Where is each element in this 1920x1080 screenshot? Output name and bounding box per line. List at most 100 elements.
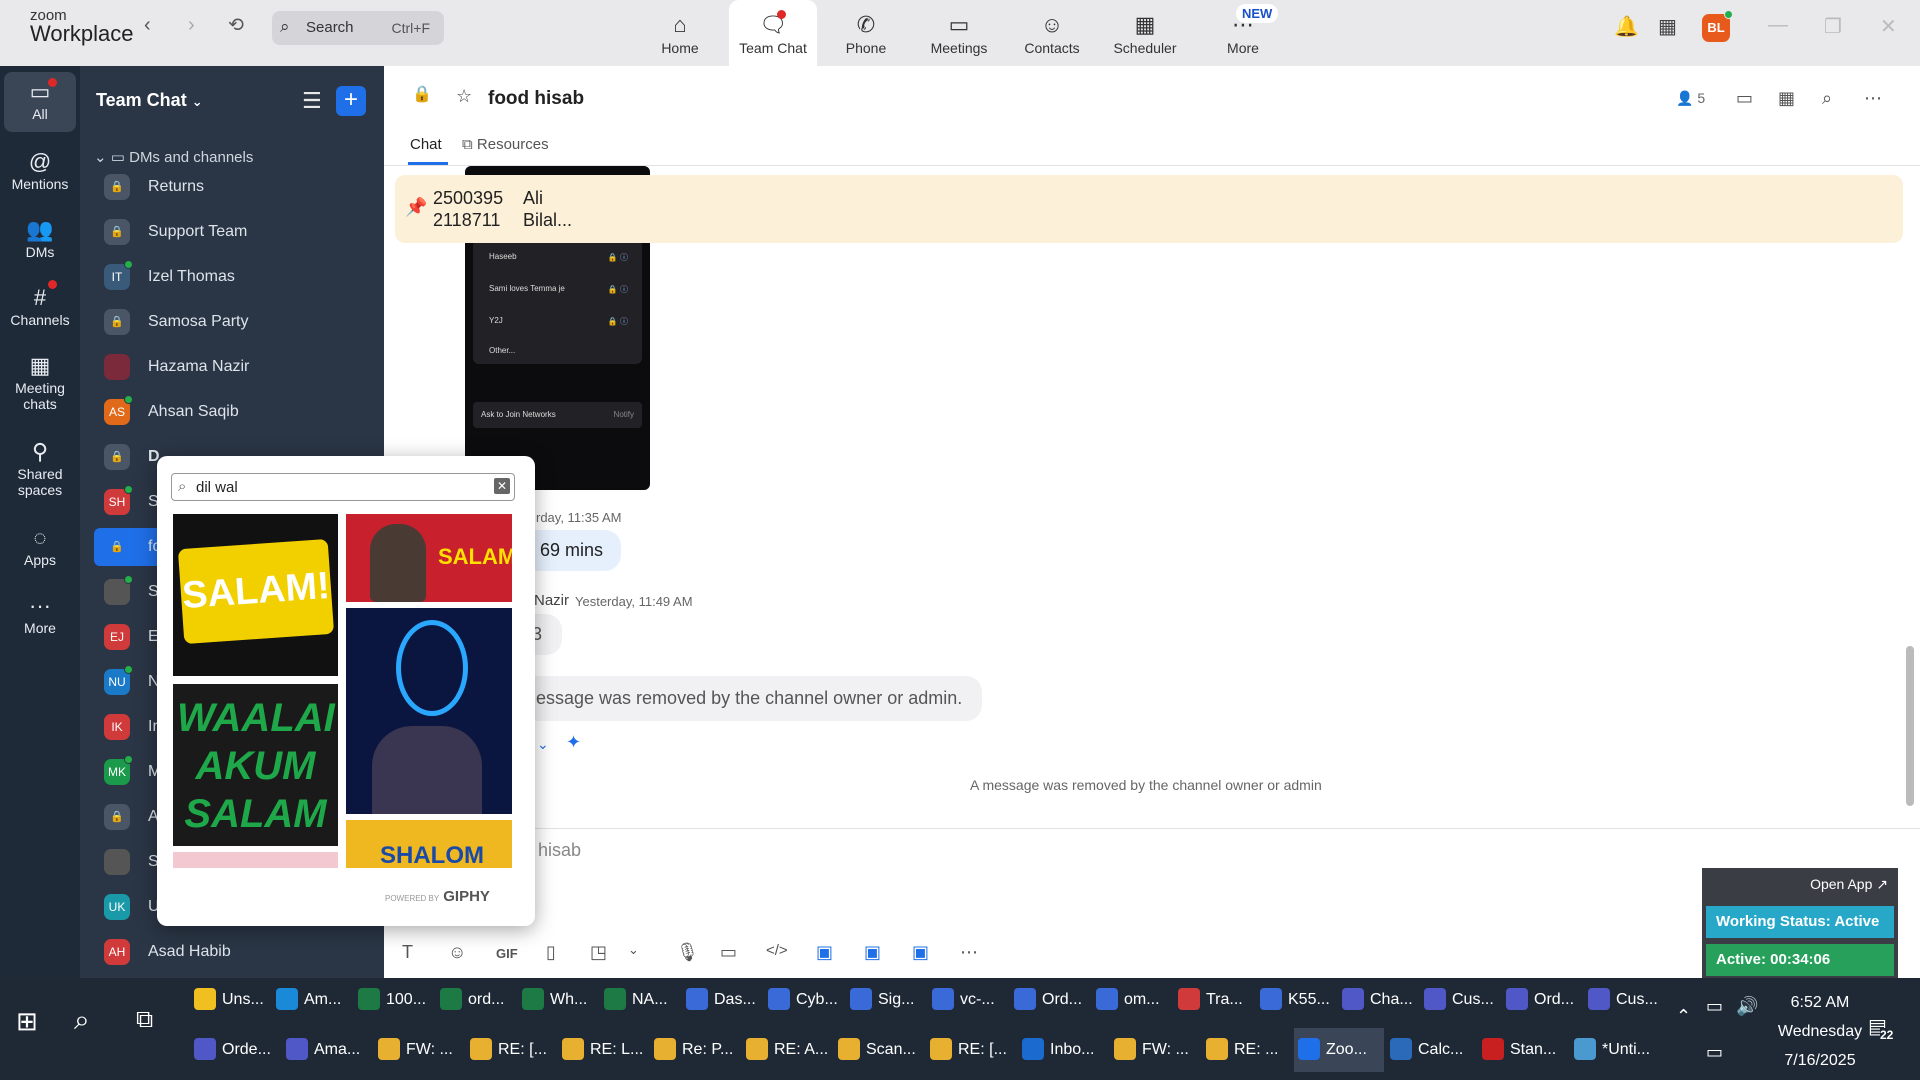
screenshot-icon[interactable]: ◳ — [590, 942, 607, 963]
tab-resources[interactable]: ⧉ Resources — [462, 136, 549, 153]
taskbar-app[interactable]: Am... — [272, 978, 352, 1022]
members-count[interactable]: 👤 5 — [1676, 90, 1705, 107]
taskbar-app[interactable]: Cyb... — [764, 978, 844, 1022]
more-options-icon[interactable]: ⋯ — [1864, 88, 1882, 109]
sparkle-icon[interactable]: ✦ — [566, 732, 581, 753]
sidebar-item[interactable]: IT Izel Thomas — [94, 258, 384, 296]
taskbar-app[interactable]: NA... — [600, 978, 680, 1022]
taskbar-app[interactable]: Tra... — [1174, 978, 1254, 1022]
filter-icon[interactable]: ☰ — [302, 88, 322, 114]
pinned-message[interactable]: 📌 2500395 2118711 Ali Bilal... — [395, 175, 1903, 243]
sidebar-item[interactable]: 🔒 Samosa Party — [94, 303, 384, 341]
taskbar-app[interactable]: Zoo... — [1294, 1028, 1384, 1072]
chevron-up-icon[interactable]: ⌃ — [1676, 1006, 1691, 1027]
sidebar-item[interactable]: Hazama Nazir — [94, 348, 384, 386]
taskbar-app[interactable]: 100... — [354, 978, 434, 1022]
taskbar-app[interactable]: vc-... — [928, 978, 1008, 1022]
taskbar-app[interactable]: Stan... — [1478, 1028, 1568, 1072]
taskbar-app[interactable]: Ord... — [1010, 978, 1090, 1022]
sidebar-item[interactable]: 🔒 Support Team — [94, 213, 384, 251]
taskbar-app[interactable]: FW: ... — [1110, 1028, 1200, 1072]
forward-arrow-icon[interactable]: › — [188, 14, 195, 37]
gif-search-input[interactable] — [196, 477, 476, 497]
open-app-button[interactable]: Open App ↗ — [1810, 876, 1888, 893]
tab-phone[interactable]: ✆ Phone — [822, 0, 910, 66]
taskbar-app[interactable]: RE: A... — [742, 1028, 832, 1072]
clear-icon[interactable]: ✕ — [494, 478, 510, 494]
rail-item-all[interactable]: ▭ All — [4, 72, 76, 132]
chevron-down-icon[interactable]: ⌄ — [537, 736, 549, 753]
taskbar-app[interactable]: ord... — [436, 978, 516, 1022]
taskbar-app[interactable]: Calc... — [1386, 1028, 1476, 1072]
rail-item-shared-spaces[interactable]: ⚲ Shared spaces — [4, 438, 76, 498]
taskbar-app[interactable]: Cus... — [1584, 978, 1664, 1022]
app-1-icon[interactable]: ▣ — [816, 942, 833, 963]
gif-result[interactable]: SALAM — [346, 514, 512, 602]
taskbar-app[interactable]: om... — [1092, 978, 1172, 1022]
sidebar-item[interactable]: AS Ahsan Saqib — [94, 393, 384, 431]
taskbar-app[interactable]: FW: ... — [374, 1028, 464, 1072]
taskbar-app[interactable]: *Unti... — [1570, 1028, 1660, 1072]
rail-item-dms[interactable]: 👥 DMs — [4, 216, 76, 260]
rail-item-channels[interactable]: # Channels — [4, 284, 76, 328]
taskbar-app[interactable]: Ama... — [282, 1028, 372, 1072]
tab-chat[interactable]: Chat — [410, 136, 442, 153]
task-view-icon[interactable]: ⧉ — [136, 1006, 153, 1034]
gif-icon[interactable]: GIF — [496, 946, 518, 961]
working-status-button[interactable]: Working Status: Active — [1706, 906, 1894, 938]
section-dms-and-channels[interactable]: ⌄ ▭ DMs and channels — [94, 148, 253, 166]
add-button[interactable]: + — [336, 86, 366, 116]
tab-meetings[interactable]: ▭ Meetings — [915, 0, 1003, 66]
volume-icon[interactable]: 🔊 — [1736, 996, 1758, 1017]
sidebar-title[interactable]: Team Chat ⌄ — [96, 90, 203, 111]
gif-result[interactable]: SALAM! — [173, 514, 338, 676]
bell-icon[interactable]: 🔔 — [1614, 14, 1639, 39]
rail-item-meeting-chats[interactable]: ▦ Meeting chats — [4, 352, 76, 412]
close-icon[interactable]: ✕ — [1880, 14, 1897, 39]
taskbar-app[interactable]: Sig... — [846, 978, 926, 1022]
message-input[interactable]: hisab — [538, 840, 581, 861]
taskbar-app[interactable]: RE: ... — [1202, 1028, 1292, 1072]
gif-search-box[interactable]: ⌕ ✕ — [171, 473, 515, 501]
history-icon[interactable]: ⟲ — [228, 14, 244, 37]
star-icon[interactable]: ☆ — [456, 86, 472, 107]
system-clock[interactable]: 6:52 AM Wednesday 7/16/2025 — [1760, 988, 1880, 1075]
gif-result[interactable]: SHALOM — [346, 820, 512, 868]
minimize-icon[interactable]: — — [1768, 14, 1788, 37]
message-bubble[interactable]: 69 mins — [522, 530, 622, 571]
gif-result[interactable]: WAALAI AKUM SALAM — [173, 684, 338, 846]
calendar-quick-icon[interactable]: ▦ — [1658, 14, 1677, 39]
taskbar-app[interactable]: K55... — [1256, 978, 1336, 1022]
app-3-icon[interactable]: ▣ — [912, 942, 929, 963]
rail-item-apps[interactable]: ◌ Apps — [4, 524, 76, 568]
taskbar-app[interactable]: Scan... — [834, 1028, 924, 1072]
code-icon[interactable]: </> — [766, 942, 788, 959]
sidebar-item[interactable]: AH Asad Habib — [94, 933, 384, 971]
rail-item-more[interactable]: ··· More — [4, 592, 76, 636]
sender-name[interactable]: Nazir — [534, 592, 569, 609]
taskbar-app[interactable]: RE: [... — [466, 1028, 556, 1072]
taskbar-app[interactable]: Das... — [682, 978, 762, 1022]
back-arrow-icon[interactable]: ‹ — [144, 14, 151, 37]
taskbar-app[interactable]: Wh... — [518, 978, 598, 1022]
taskbar-app[interactable]: RE: L... — [558, 1028, 648, 1072]
display-icon[interactable]: ▭ — [1706, 1042, 1723, 1063]
rail-item-mentions[interactable]: @ Mentions — [4, 148, 76, 192]
video-message-icon[interactable]: ▭ — [720, 942, 737, 963]
taskbar-app[interactable]: Cha... — [1338, 978, 1418, 1022]
taskbar-app[interactable]: Inbo... — [1018, 1028, 1108, 1072]
taskbar-app[interactable]: Ord... — [1502, 978, 1582, 1022]
format-text-icon[interactable]: T — [402, 942, 413, 963]
taskbar-app[interactable]: RE: [... — [926, 1028, 1016, 1072]
file-icon[interactable]: ▯ — [546, 942, 556, 963]
gif-result[interactable] — [173, 852, 338, 868]
sidebar-item[interactable]: 🔒 Returns — [94, 168, 384, 206]
video-call-icon[interactable]: ▭ — [1736, 88, 1753, 109]
chevron-down-icon[interactable]: ⌄ — [628, 942, 639, 958]
battery-icon[interactable]: ▭ — [1706, 996, 1723, 1017]
tab-team-chat[interactable]: 🗨 Team Chat — [729, 0, 817, 66]
chat-scrollbar[interactable] — [1906, 646, 1914, 806]
windows-start-icon[interactable]: ⊞ — [16, 1006, 38, 1037]
search-icon[interactable]: ⌕ — [1822, 88, 1832, 109]
taskbar-app[interactable]: Orde... — [190, 1028, 280, 1072]
